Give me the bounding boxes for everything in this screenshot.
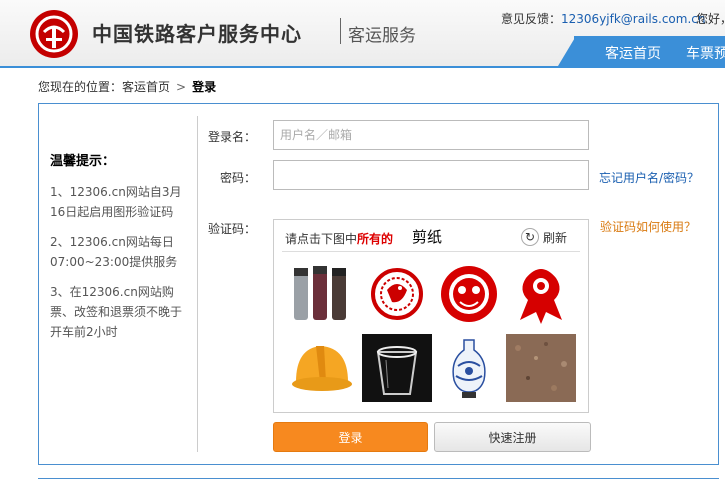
breadcrumb-separator: > [176, 80, 187, 94]
bottom-panel-edge [38, 478, 719, 479]
captcha-box: 请点击下图中所有的 剪纸 ↻ 刷新 [273, 219, 589, 413]
captcha-refresh-label: 刷新 [543, 230, 568, 245]
captcha-tile-stone-texture[interactable] [506, 334, 576, 402]
captcha-instruction-emphasis: 所有的 [357, 232, 394, 246]
tips-title: 温馨提示： [50, 154, 116, 169]
password-input[interactable] [273, 160, 589, 190]
nav-item-home[interactable]: 客运首页 [605, 43, 661, 63]
captcha-label: 验证码： [207, 222, 256, 236]
brand-divider [340, 18, 341, 44]
feedback: 意见反馈：12306yjfk@rails.com.cn [501, 10, 705, 27]
feedback-email-link[interactable]: 12306yjfk@rails.com.cn [561, 12, 705, 26]
brand-subtitle: 客运服务 [348, 26, 416, 46]
breadcrumb-home-link[interactable]: 客运首页 [122, 80, 170, 94]
panel-divider [197, 116, 198, 452]
login-button[interactable]: 登录 [273, 422, 428, 452]
captcha-instruction: 请点击下图中所有的 [285, 230, 393, 247]
captcha-divider [282, 251, 580, 252]
refresh-icon: ↻ [521, 228, 539, 246]
brand-title: 中国铁路客户服务中心 [92, 22, 302, 46]
captcha-refresh-button[interactable]: ↻ 刷新 [521, 228, 567, 246]
tip-item: 1、12306.cn网站自3月16日起启用图形验证码 [50, 185, 182, 219]
username-label: 登录名： [207, 130, 256, 144]
railway-logo-icon[interactable] [30, 10, 78, 58]
username-input[interactable] [273, 120, 589, 150]
site-header: 中国铁路客户服务中心 客运服务 意见反馈：12306yjfk@rails.com… [0, 0, 725, 66]
captcha-tile-paper-cut-circle[interactable] [362, 260, 432, 328]
captcha-target-word: 剪纸 [412, 228, 443, 246]
feedback-label: 意见反馈： [501, 12, 562, 26]
greeting: 您好， [696, 12, 725, 26]
captcha-tile-thermos-bottles[interactable] [286, 260, 356, 328]
captcha-tile-hard-hat[interactable] [286, 334, 356, 402]
breadcrumb-prefix: 您现在的位置： [38, 80, 123, 94]
tip-item: 2、12306.cn网站每日07:00~23:00提供服务 [50, 235, 178, 269]
captcha-tile-paper-cut-mask[interactable] [434, 260, 504, 328]
header-divider [0, 66, 725, 68]
captcha-help-link[interactable]: 验证码如何使用？ [600, 218, 696, 235]
captcha-tile-paper-cut-figure[interactable] [506, 260, 576, 328]
captcha-instruction-text: 请点击下图中 [285, 232, 358, 246]
forgot-password-link[interactable]: 忘记用户名/密码？ [599, 169, 699, 186]
register-button[interactable]: 快速注册 [434, 422, 591, 452]
breadcrumb-current: 登录 [192, 80, 217, 94]
captcha-tile-porcelain-vase[interactable] [434, 334, 504, 402]
password-label: 密码： [219, 171, 256, 185]
breadcrumb: 您现在的位置：客运首页 > 登录 [38, 78, 216, 95]
captcha-tile-plastic-cup[interactable] [362, 334, 432, 402]
tip-item: 3、在12306.cn网站购票、改签和退票须不晚于开车前2小时 [50, 285, 183, 339]
nav-item-tickets[interactable]: 车票预 [686, 43, 725, 63]
